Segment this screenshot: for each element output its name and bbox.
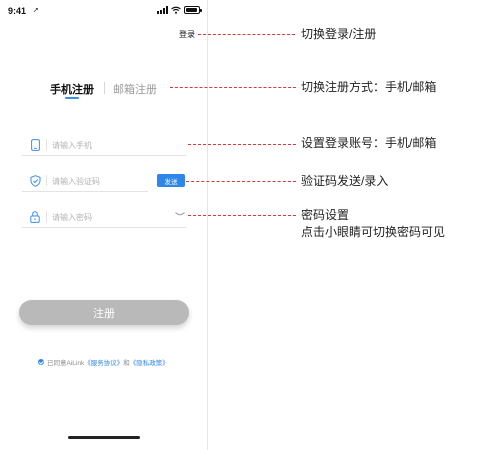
field-separator xyxy=(46,175,47,186)
annotation-register-method: 切换注册方式：手机/邮箱 xyxy=(301,80,437,94)
password-field xyxy=(22,210,186,228)
send-code-button[interactable]: 发送 xyxy=(157,174,185,187)
annotation-line-code xyxy=(186,181,296,182)
field-separator xyxy=(46,139,47,150)
verification-code-input[interactable] xyxy=(52,174,142,188)
terms-link[interactable]: 《服务协议》 xyxy=(84,357,123,367)
agreement-row: 已同意AiLink 《服务协议》 和 《隐私政策》 xyxy=(38,357,169,367)
lock-icon xyxy=(28,210,42,224)
tab-email-register[interactable]: 邮箱注册 xyxy=(113,81,157,97)
annotation-verification: 验证码发送/录入 xyxy=(301,174,389,188)
mobile-phone-icon xyxy=(28,138,42,152)
privacy-link[interactable]: 《隐私政策》 xyxy=(130,357,169,367)
annotation-password: 密码设置 xyxy=(301,208,350,222)
status-icons xyxy=(157,6,202,14)
agreement-prefix: 已同意AiLink xyxy=(47,360,85,367)
annotation-account: 设置登录账号：手机/邮箱 xyxy=(301,136,437,150)
tab-divider xyxy=(104,82,105,94)
phone-field xyxy=(22,138,186,156)
home-indicator xyxy=(68,436,140,439)
shield-check-icon xyxy=(28,174,42,188)
agree-checkbox[interactable] xyxy=(38,359,44,365)
password-input[interactable] xyxy=(52,210,172,224)
status-time: 9:41 xyxy=(8,6,27,16)
status-bar: 9:41 ➚ xyxy=(0,0,208,24)
annotation-toggle-login: 切换登录/注册 xyxy=(301,27,377,41)
tab-phone-register[interactable]: 手机注册 xyxy=(50,81,94,97)
annotation-line-tabs xyxy=(170,87,296,88)
phone-input[interactable] xyxy=(52,138,172,152)
annotation-line-toggle xyxy=(198,34,295,35)
annotation-eye-toggle: 点击小眼睛可切换密码可见 xyxy=(301,225,446,239)
location-icon: ➚ xyxy=(33,7,39,14)
toggle-login-link[interactable]: 登录 xyxy=(179,29,195,40)
annotation-line-password xyxy=(188,215,296,216)
eye-closed-icon[interactable] xyxy=(174,210,186,218)
active-tab-indicator xyxy=(65,97,79,99)
register-button[interactable]: 注册 xyxy=(19,300,189,325)
phone-screen: 9:41 ➚ 登录 手机注册 邮箱注册 请输入手机 请输入验证码 发送 注册 已… xyxy=(0,0,208,450)
signal-icon xyxy=(157,6,168,14)
battery-icon xyxy=(184,6,202,14)
verification-code-field xyxy=(22,174,148,192)
annotation-line-account xyxy=(188,144,296,145)
wifi-icon xyxy=(171,6,181,14)
field-separator xyxy=(46,211,47,222)
